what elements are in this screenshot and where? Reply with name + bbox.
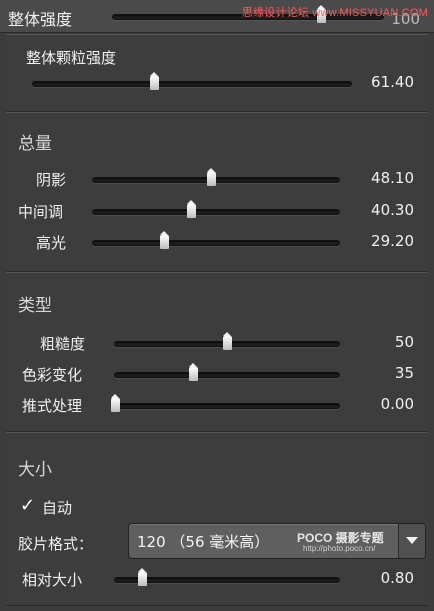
- auto-checkbox[interactable]: ✓: [20, 495, 35, 516]
- shadows-label: 阴影: [36, 171, 67, 189]
- grain-intensity-thumb[interactable]: [149, 72, 159, 90]
- color-variation-thumb[interactable]: [189, 363, 199, 381]
- color-variation-slider[interactable]: [114, 363, 340, 381]
- amount-section: 总量 阴影 48.10 中间调 40.30 高光 29.20: [6, 112, 428, 272]
- highlights-slider[interactable]: [92, 231, 340, 249]
- midtones-value: 40.30: [371, 201, 414, 219]
- grain-intensity-section: 整体颗粒强度 61.40: [6, 34, 428, 112]
- film-format-value: 120 （56 毫米高）: [137, 533, 270, 551]
- grain-intensity-slider[interactable]: [32, 72, 352, 90]
- poco-url: http://photo.poco.cn/: [303, 544, 376, 553]
- relative-size-thumb[interactable]: [137, 568, 147, 586]
- push-processing-label: 推式处理: [22, 397, 83, 415]
- color-variation-value: 35: [394, 364, 414, 382]
- type-section-title: 类型: [18, 296, 52, 316]
- push-processing-thumb[interactable]: [111, 394, 120, 412]
- shadows-value: 48.10: [371, 169, 414, 187]
- roughness-value: 50: [394, 333, 414, 351]
- overall-intensity-label: 整体强度: [8, 10, 73, 29]
- shadows-thumb[interactable]: [207, 168, 217, 186]
- amount-section-title: 总量: [18, 134, 52, 154]
- roughness-thumb[interactable]: [223, 332, 232, 350]
- shadows-slider[interactable]: [92, 168, 340, 186]
- highlights-value: 29.20: [371, 232, 414, 250]
- grain-intensity-value: 61.40: [371, 73, 414, 91]
- size-section: 大小 ✓ 自动 胶片格式： 120 （56 毫米高） POCO 摄影专题 htt…: [6, 432, 428, 606]
- highlights-thumb[interactable]: [160, 231, 170, 249]
- relative-size-value: 0.80: [380, 569, 414, 587]
- size-section-title: 大小: [18, 460, 52, 480]
- auto-label: 自动: [42, 499, 73, 517]
- type-section: 类型 粗糙度 50 色彩变化 35 推式处理 0.00: [6, 272, 428, 432]
- grain-intensity-label: 整体颗粒强度: [26, 49, 117, 67]
- push-processing-value: 0.00: [380, 395, 414, 413]
- roughness-label: 粗糙度: [40, 335, 86, 353]
- color-variation-label: 色彩变化: [22, 366, 83, 384]
- roughness-slider[interactable]: [114, 332, 340, 350]
- midtones-slider[interactable]: [92, 200, 340, 218]
- grain-settings-panel: 整体强度 100 思缘设计论坛 www.MISSYUAN.COM 整体颗粒强度 …: [0, 0, 434, 611]
- watermark-text: 思缘设计论坛 www.MISSYUAN.COM: [241, 7, 428, 19]
- relative-size-slider[interactable]: [114, 568, 340, 586]
- midtones-label: 中间调: [18, 203, 64, 221]
- highlights-label: 高光: [36, 234, 67, 252]
- midtones-thumb[interactable]: [187, 200, 197, 218]
- relative-size-label: 相对大小: [22, 571, 83, 589]
- chevron-down-icon[interactable]: [398, 524, 425, 558]
- overall-intensity-row: 整体强度 100 思缘设计论坛 www.MISSYUAN.COM: [0, 0, 434, 33]
- push-processing-slider[interactable]: [111, 394, 340, 412]
- film-format-label: 胶片格式：: [18, 535, 94, 553]
- film-format-dropdown[interactable]: 120 （56 毫米高） POCO 摄影专题 http://photo.poco…: [128, 523, 426, 559]
